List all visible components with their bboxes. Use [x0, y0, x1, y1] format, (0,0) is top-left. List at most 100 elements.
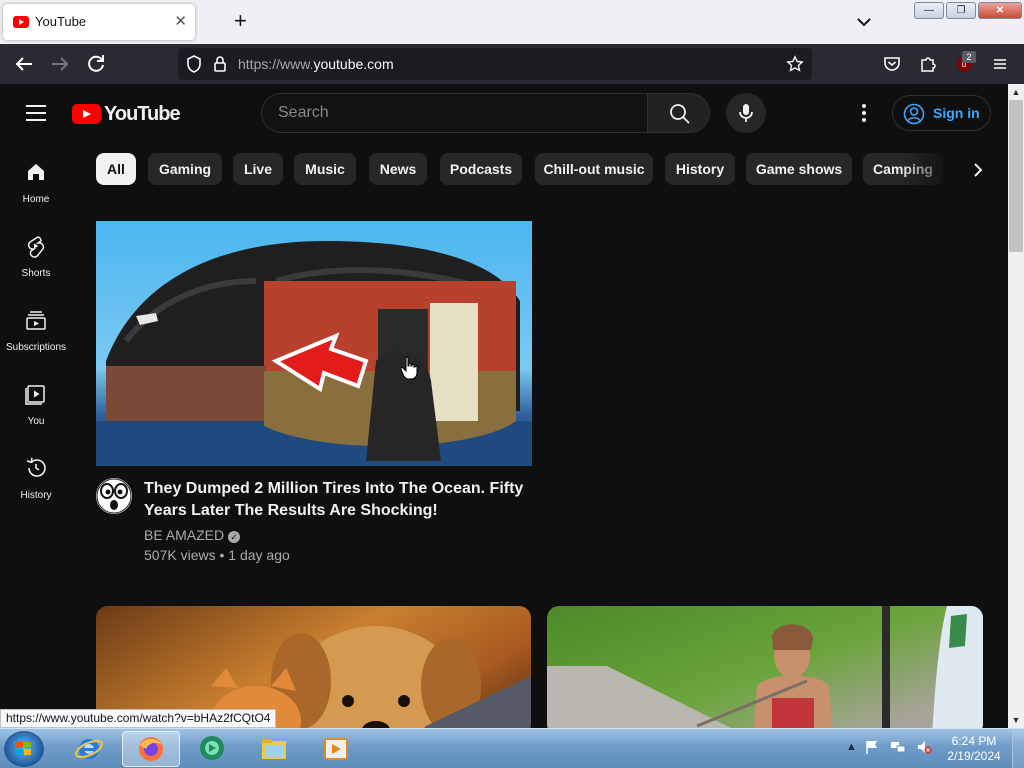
sign-in-button[interactable]: Sign in — [892, 95, 991, 131]
youtube-header: YouTube Sign in — [0, 84, 1008, 142]
back-arrow-icon[interactable] — [12, 52, 36, 76]
chip-gaming[interactable]: Gaming — [148, 153, 222, 185]
sidebar-item-you[interactable]: You — [0, 364, 72, 438]
restore-button[interactable]: ❐ — [946, 2, 976, 19]
chip-live[interactable]: Live — [233, 153, 283, 185]
sidebar-item-label: Shorts — [21, 268, 51, 279]
video-thumbnail[interactable] — [547, 606, 983, 736]
chip-podcasts[interactable]: Podcasts — [440, 153, 522, 185]
forward-arrow-icon[interactable] — [48, 52, 72, 76]
reload-icon[interactable] — [84, 52, 108, 76]
taskbar-firefox[interactable] — [122, 731, 180, 767]
home-icon — [28, 164, 44, 180]
search-input[interactable] — [261, 93, 647, 133]
woman-thumbnail-image — [547, 606, 983, 736]
sidebar-item-label: Home — [22, 194, 50, 205]
settings-kebab-icon[interactable] — [852, 103, 876, 123]
history-icon — [26, 457, 46, 477]
verified-check-icon: ✓ — [228, 531, 241, 543]
browser-tab[interactable]: YouTube ✕ — [3, 4, 195, 40]
internet-explorer-icon — [75, 739, 103, 759]
system-tray: ▲ — [846, 741, 932, 754]
url-bar[interactable]: https://www.youtube.com — [178, 48, 812, 80]
shorts-icon — [27, 236, 45, 258]
sidebar-item-shorts[interactable]: Shorts — [0, 216, 72, 290]
browser-tab-strip: YouTube ✕ + — ❐ ✕ — [0, 0, 1024, 44]
scroll-up-icon[interactable]: ▲ — [1008, 84, 1024, 100]
status-link-popup: https://www.youtube.com/watch?v=bHAz2fCQ… — [0, 709, 277, 728]
search-icon — [670, 104, 690, 124]
windows-taskbar: ▲ 6:24 PM 2/19/2024 — [0, 728, 1024, 768]
taskbar-internet-explorer[interactable] — [60, 731, 118, 767]
chip-all[interactable]: All — [96, 153, 136, 185]
page-scrollbar[interactable]: ▲ ▼ — [1008, 84, 1024, 728]
taskbar-clock[interactable]: 6:24 PM 2/19/2024 — [940, 734, 1008, 764]
minimize-button[interactable]: — — [914, 2, 944, 19]
search-button[interactable] — [647, 93, 710, 133]
channel-avatar[interactable] — [96, 478, 132, 514]
media-player-icon — [324, 738, 348, 760]
tab-list-chevron-icon[interactable] — [852, 12, 876, 32]
sidebar-item-label: History — [20, 490, 52, 501]
taskbar-media-center[interactable] — [184, 731, 242, 767]
sidebar-item-label: Subscriptions — [5, 342, 67, 353]
account-circle-icon — [903, 103, 925, 125]
url-prefix: https://www. — [238, 56, 314, 72]
taskbar-file-explorer[interactable] — [246, 731, 304, 767]
tracking-shield-icon[interactable] — [184, 54, 204, 74]
browser-navbar: https://www.youtube.com u — [0, 44, 1024, 84]
app-menu-icon[interactable] — [990, 54, 1010, 74]
tab-close-button[interactable]: ✕ — [174, 12, 187, 30]
close-window-button[interactable]: ✕ — [978, 2, 1022, 19]
firefox-icon — [139, 737, 163, 761]
show-hidden-icons-icon[interactable]: ▲ — [846, 741, 857, 753]
windows-logo-icon — [16, 742, 31, 755]
guide-menu-icon[interactable] — [26, 105, 46, 121]
screen: YouTube ✕ + — ❐ ✕ https://www.youtube.co… — [0, 0, 1024, 768]
sign-in-label: Sign in — [933, 105, 980, 121]
youtube-logo-text: YouTube — [104, 102, 181, 125]
extensions-puzzle-icon[interactable] — [918, 54, 938, 74]
pocket-icon[interactable] — [882, 54, 902, 74]
scroll-down-icon[interactable]: ▼ — [1008, 712, 1024, 728]
chip-game-shows[interactable]: Game shows — [746, 153, 852, 185]
microphone-icon — [739, 104, 753, 122]
network-icon[interactable] — [890, 739, 906, 755]
chip-news[interactable]: News — [369, 153, 427, 185]
start-button[interactable] — [4, 731, 44, 767]
scrollbar-thumb[interactable] — [1009, 100, 1023, 252]
chip-chill-out-music[interactable]: Chill-out music — [535, 153, 653, 185]
extension-count-badge: 2 — [962, 51, 976, 63]
channel-name[interactable]: BE AMAZED — [144, 527, 224, 543]
video-metadata: 507K views • 1 day ago — [144, 547, 290, 563]
video-title[interactable]: They Dumped 2 Million Tires Into The Oce… — [144, 478, 524, 522]
hand-cursor-icon — [400, 356, 418, 380]
you-icon — [25, 385, 45, 405]
sidebar-item-subscriptions[interactable]: Subscriptions — [0, 290, 72, 364]
chips-fade-overlay — [900, 150, 956, 190]
chip-history[interactable]: History — [665, 153, 735, 185]
url-text: https://www.youtube.com — [238, 56, 394, 72]
volume-muted-icon[interactable] — [916, 739, 932, 755]
new-tab-button[interactable]: + — [234, 9, 247, 33]
youtube-favicon-icon — [13, 16, 29, 28]
sidebar-item-home[interactable]: Home — [0, 142, 72, 216]
url-domain: youtube.com — [313, 56, 394, 72]
channel-name-row: BE AMAZED ✓ — [144, 527, 241, 543]
youtube-logo[interactable]: YouTube — [72, 102, 181, 125]
clock-time: 6:24 PM — [951, 734, 997, 748]
tab-title: YouTube — [35, 14, 87, 29]
voice-search-button[interactable] — [726, 93, 766, 133]
bookmark-star-icon[interactable] — [786, 55, 804, 73]
video-thumbnail[interactable] — [96, 221, 532, 466]
show-desktop-button[interactable] — [1012, 730, 1024, 768]
sidebar-item-history[interactable]: History — [0, 438, 72, 512]
media-center-icon — [200, 736, 224, 760]
sidebar-item-label: You — [27, 416, 45, 427]
taskbar-media-player[interactable] — [308, 731, 366, 767]
chevron-right-icon[interactable] — [964, 156, 992, 184]
lock-icon[interactable] — [210, 54, 230, 74]
amazed-face-icon — [96, 478, 132, 514]
chip-music[interactable]: Music — [294, 153, 356, 185]
action-center-flag-icon[interactable] — [864, 739, 880, 755]
